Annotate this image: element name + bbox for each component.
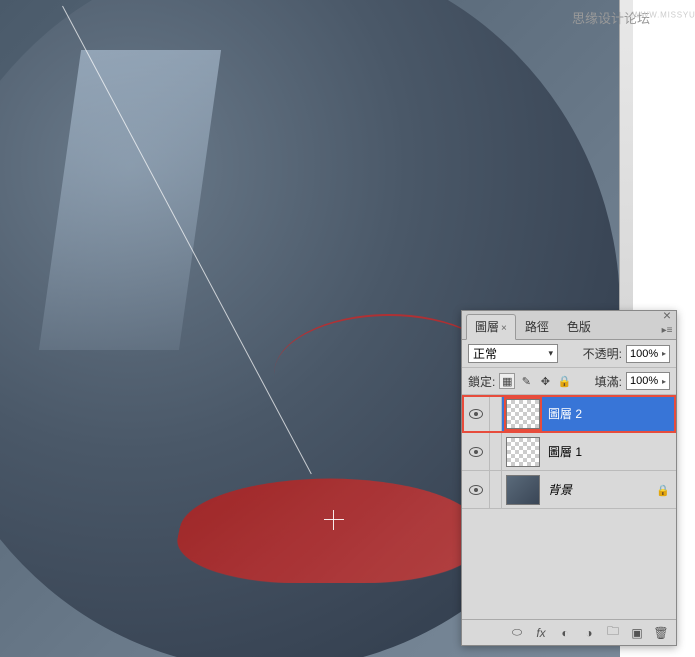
- lock-pixels-button[interactable]: ✎: [518, 373, 534, 389]
- opacity-value: 100%: [630, 348, 658, 360]
- layers-panel: × ▸≡ 圖層× 路徑 色版 正常 ▾ 不透明: 100% ▸ 鎖定: ▦ ✎ …: [461, 310, 677, 646]
- visibility-toggle[interactable]: [462, 433, 490, 470]
- delete-layer-button[interactable]: 🗑: [650, 623, 672, 643]
- blend-mode-select[interactable]: 正常 ▾: [468, 344, 558, 363]
- fill-value: 100%: [630, 375, 658, 387]
- layer-name[interactable]: 圖層 1: [544, 443, 676, 460]
- tab-close-icon[interactable]: ×: [501, 323, 507, 334]
- visibility-toggle[interactable]: [462, 395, 490, 432]
- layers-list: 圖層 2 圖層 1 背景 🔒: [462, 395, 676, 509]
- layer-thumbnail[interactable]: [506, 399, 540, 429]
- tab-label: 圖層: [475, 320, 499, 334]
- eye-icon: [469, 447, 483, 457]
- tab-label: 色版: [567, 320, 591, 334]
- adjustment-layer-button[interactable]: ◑: [578, 623, 600, 643]
- cursor-crosshair: [324, 510, 344, 530]
- layer-mask-button[interactable]: ◐: [554, 623, 576, 643]
- link-column[interactable]: [490, 471, 502, 508]
- opacity-label: 不透明:: [583, 345, 622, 362]
- eye-icon: [469, 409, 483, 419]
- lock-position-button[interactable]: ✥: [537, 373, 553, 389]
- lock-all-button[interactable]: 🔒: [556, 373, 572, 389]
- tab-layers[interactable]: 圖層×: [466, 314, 516, 340]
- tab-paths[interactable]: 路徑: [516, 314, 558, 339]
- visibility-toggle[interactable]: [462, 471, 490, 508]
- layer-style-button[interactable]: fx: [530, 623, 552, 643]
- panel-menu-button[interactable]: ▸≡: [660, 325, 674, 339]
- link-column[interactable]: [490, 395, 502, 432]
- panel-tabs: 圖層× 路徑 色版: [462, 311, 676, 340]
- lock-fill-row: 鎖定: ▦ ✎ ✥ 🔒 填滿: 100% ▸: [462, 368, 676, 395]
- chevron-right-icon: ▸: [662, 377, 666, 386]
- layer-thumbnail[interactable]: [506, 437, 540, 467]
- layer-row[interactable]: 圖層 2: [462, 395, 676, 433]
- panel-footer: ⬭ fx ◐ ◑ 🗀 ▣ 🗑: [462, 619, 676, 645]
- layer-row[interactable]: 圖層 1: [462, 433, 676, 471]
- eye-icon: [469, 485, 483, 495]
- lock-buttons: ▦ ✎ ✥ 🔒: [499, 373, 572, 389]
- chevron-right-icon: ▸: [662, 349, 666, 358]
- layer-row[interactable]: 背景 🔒: [462, 471, 676, 509]
- link-column[interactable]: [490, 433, 502, 470]
- tab-channels[interactable]: 色版: [558, 314, 600, 339]
- panel-close-button[interactable]: ×: [660, 309, 674, 323]
- new-layer-button[interactable]: ▣: [626, 623, 648, 643]
- chevron-down-icon: ▾: [548, 348, 553, 359]
- link-layers-button[interactable]: ⬭: [506, 623, 528, 643]
- lock-icon: 🔒: [656, 484, 668, 496]
- layer-name[interactable]: 圖層 2: [544, 405, 676, 422]
- fill-input[interactable]: 100% ▸: [626, 372, 670, 390]
- watermark-url: WWW.MISSYUAN.COM: [633, 11, 695, 20]
- fill-label: 填滿:: [595, 373, 622, 390]
- layer-group-button[interactable]: 🗀: [602, 623, 624, 643]
- opacity-input[interactable]: 100% ▸: [626, 345, 670, 363]
- tab-label: 路徑: [525, 320, 549, 334]
- blend-mode-value: 正常: [473, 345, 497, 362]
- lock-transparency-button[interactable]: ▦: [499, 373, 515, 389]
- blend-opacity-row: 正常 ▾ 不透明: 100% ▸: [462, 340, 676, 368]
- ruler-vertical[interactable]: [619, 0, 633, 310]
- layer-name[interactable]: 背景: [544, 481, 656, 498]
- lock-label: 鎖定:: [468, 373, 495, 390]
- layer-thumbnail[interactable]: [506, 475, 540, 505]
